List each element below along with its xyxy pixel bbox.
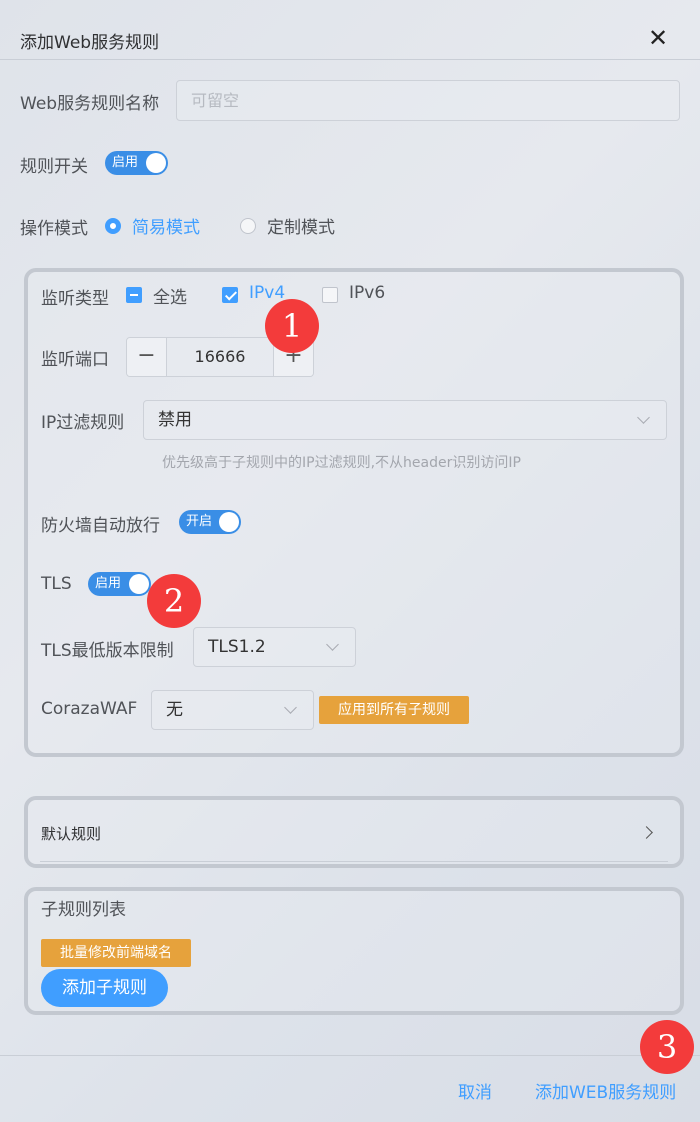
tls-min-version-select[interactable]: TLS1.2 [193,627,356,667]
port-value[interactable]: 16666 [167,338,273,376]
ip-filter-label: IP过滤规则 [41,413,125,433]
checkbox-ipv4-label: IPv4 [249,283,286,303]
rule-switch-label: 规则开关 [20,157,88,177]
checkbox-box [126,287,142,303]
annotation-badge-1: 1 [265,299,319,353]
annotation-badge-3: 3 [640,1020,694,1074]
chevron-down-icon [284,701,297,714]
listen-type-label: 监听类型 [41,289,109,309]
checkbox-box [222,287,238,303]
radio-simple-mode-label: 简易模式 [132,218,200,238]
firewall-label: 防火墙自动放行 [41,516,160,536]
tls-min-version-label: TLS最低版本限制 [41,641,174,661]
checkbox-ipv6[interactable]: IPv6 [322,283,392,307]
collapse-divider [40,861,668,862]
tls-min-version-value: TLS1.2 [208,637,266,657]
checkbox-select-all-label: 全选 [153,288,187,308]
add-web-rule-dialog: 添加Web服务规则 ✕ Web服务规则名称 规则开关 启用 操作模式 简易模式 … [0,0,700,1122]
rule-name-input[interactable] [177,81,679,120]
switch-knob [146,153,166,173]
sub-rules-title: 子规则列表 [41,900,126,920]
submit-button[interactable]: 添加WEB服务规则 [535,1078,676,1103]
ip-filter-hint: 优先级高于子规则中的IP过滤规则,不从header识别访问IP [162,455,521,471]
port-decrease-button[interactable]: − [127,338,167,376]
chevron-down-icon [637,411,650,424]
listen-port-label: 监听端口 [41,350,109,370]
mode-label: 操作模式 [20,219,88,239]
radio-dot [240,218,256,234]
add-subrule-button[interactable]: 添加子规则 [41,969,168,1007]
radio-dot [105,218,121,234]
rule-name-input-wrapper [176,80,680,121]
dialog-title: 添加Web服务规则 [20,33,160,53]
tls-switch-text: 启用 [95,576,122,591]
tls-label: TLS [41,574,72,594]
radio-simple-mode[interactable]: 简易模式 [105,213,215,238]
switch-knob [219,512,239,532]
rule-enable-switch[interactable]: 启用 [105,151,168,175]
waf-value: 无 [166,700,183,720]
default-rule-panel [24,796,684,868]
close-icon[interactable]: ✕ [646,24,670,52]
checkbox-select-all[interactable]: 全选 [126,283,196,308]
switch-knob [129,574,149,594]
firewall-switch[interactable]: 开启 [179,510,241,534]
ip-filter-value: 禁用 [158,410,192,430]
ip-filter-select[interactable]: 禁用 [143,400,667,440]
radio-custom-mode[interactable]: 定制模式 [240,213,350,238]
dialog-footer: 取消 添加WEB服务规则 [0,1055,700,1122]
radio-custom-mode-label: 定制模式 [267,218,335,238]
tls-switch[interactable]: 启用 [88,572,151,596]
rule-name-label: Web服务规则名称 [20,94,160,114]
checkbox-box [322,287,338,303]
firewall-switch-text: 开启 [186,514,213,529]
batch-edit-domain-button[interactable]: 批量修改前端域名 [41,939,191,967]
apply-to-all-subrules-button[interactable]: 应用到所有子规则 [319,696,469,724]
dialog-header: 添加Web服务规则 ✕ [0,0,700,60]
rule-switch-text: 启用 [112,155,139,170]
cancel-button[interactable]: 取消 [458,1078,492,1103]
chevron-down-icon [326,638,339,651]
waf-label: CorazaWAF [41,699,138,719]
checkbox-ipv6-label: IPv6 [349,283,386,303]
annotation-badge-2: 2 [147,574,201,628]
waf-select[interactable]: 无 [151,690,314,730]
default-rule-title[interactable]: 默认规则 [41,823,101,844]
